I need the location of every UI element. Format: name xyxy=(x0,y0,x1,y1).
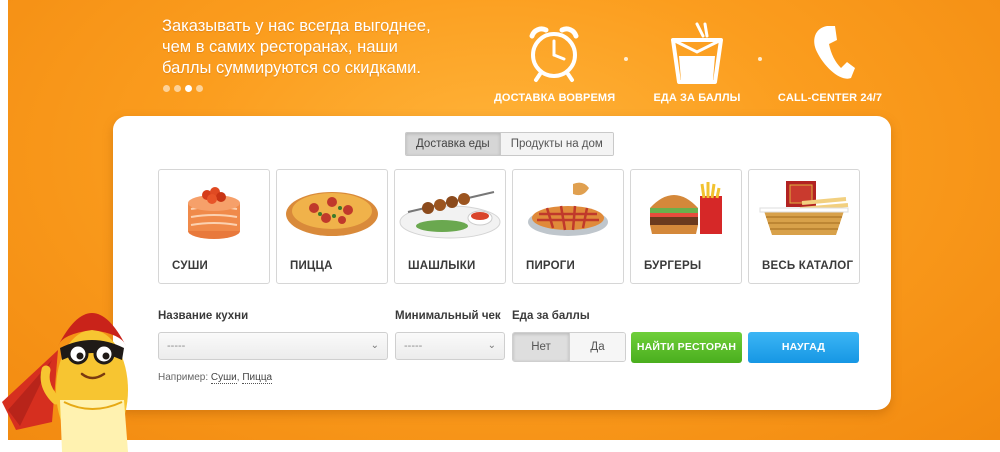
burger-fries-icon xyxy=(631,170,741,250)
category-list: СУШИ ПИЦЦА ШАШЛЫКИ ПИРОГИ БУРГЕРЫ ВЕСЬ К… xyxy=(158,169,860,284)
promo-text: Заказывать у нас всегда выгоднее, чем в … xyxy=(162,16,462,79)
random-button[interactable]: НАУГАД xyxy=(748,332,859,363)
feature-points-label: ЕДА ЗА БАЛЛЫ xyxy=(653,92,741,104)
points-toggle: Нет Да xyxy=(512,332,626,362)
category-catalog-label: ВЕСЬ КАТАЛОГ xyxy=(762,260,854,272)
example-link-sushi[interactable]: Суши xyxy=(210,372,237,384)
slider-dot-1[interactable] xyxy=(163,85,170,92)
points-label: Еда за баллы xyxy=(512,310,590,322)
examples-prefix: Например: xyxy=(158,372,209,383)
search-examples: Например: Суши, Пицца xyxy=(158,372,273,384)
feature-call-center-label: CALL-CENTER 24/7 xyxy=(777,92,883,104)
pie-icon xyxy=(513,170,623,250)
points-yes-option[interactable]: Да xyxy=(569,333,625,361)
promo-line-3: баллы суммируются со скидками. xyxy=(162,59,421,77)
promo-line-2: чем в самих ресторанах, наши xyxy=(162,38,398,56)
slider-dot-2[interactable] xyxy=(174,85,181,92)
category-full-catalog[interactable]: ВЕСЬ КАТАЛОГ xyxy=(748,169,860,284)
category-sushi-label: СУШИ xyxy=(172,260,208,272)
examples-separator: , xyxy=(236,372,240,383)
feature-call-center: CALL-CENTER 24/7 xyxy=(768,20,892,104)
alarm-clock-icon xyxy=(494,20,614,84)
feature-points-food: ЕДА ЗА БАЛЛЫ xyxy=(642,20,752,104)
points-no-option[interactable]: Нет xyxy=(513,333,569,361)
category-sushi[interactable]: СУШИ xyxy=(158,169,270,284)
category-pies-label: ПИРОГИ xyxy=(526,260,575,272)
catalog-basket-icon xyxy=(749,170,859,250)
min-check-select[interactable]: ----- ⌄ xyxy=(395,332,505,360)
cuisine-select-value: ----- xyxy=(167,340,186,352)
slider-dots xyxy=(163,85,203,92)
category-kebab[interactable]: ШАШЛЫКИ xyxy=(394,169,506,284)
min-check-select-value: ----- xyxy=(404,340,423,352)
phone-handset-icon xyxy=(768,20,892,84)
category-pizza[interactable]: ПИЦЦА xyxy=(276,169,388,284)
feature-separator xyxy=(758,57,762,61)
example-link-pizza[interactable]: Пицца xyxy=(242,372,273,384)
find-restaurant-button[interactable]: НАЙТИ РЕСТОРАН xyxy=(631,332,742,363)
category-kebab-label: ШАШЛЫКИ xyxy=(408,260,476,272)
category-burgers[interactable]: БУРГЕРЫ xyxy=(630,169,742,284)
cuisine-select[interactable]: ----- ⌄ xyxy=(158,332,388,360)
search-panel: Доставка еды Продукты на дом СУШИ ПИЦЦА … xyxy=(113,116,891,410)
slider-dot-3[interactable] xyxy=(185,85,192,92)
category-burgers-label: БУРГЕРЫ xyxy=(644,260,702,272)
mascot-illustration xyxy=(0,290,150,452)
takeout-box-icon xyxy=(642,20,752,84)
min-check-label: Минимальный чек xyxy=(395,310,501,322)
sushi-roll-icon xyxy=(159,170,269,250)
cuisine-label: Название кухни xyxy=(158,310,249,322)
chevron-down-icon: ⌄ xyxy=(487,340,496,351)
pizza-icon xyxy=(277,170,387,250)
feature-delivery: ДОСТАВКА ВОВРЕМЯ xyxy=(494,20,616,104)
slider-dot-4[interactable] xyxy=(196,85,203,92)
tab-groceries[interactable]: Продукты на дом xyxy=(499,133,613,155)
promo-line-1: Заказывать у нас всегда выгоднее, xyxy=(162,17,431,35)
category-pizza-label: ПИЦЦА xyxy=(290,260,333,272)
kebab-plate-icon xyxy=(395,170,505,250)
delivery-type-tabs: Доставка еды Продукты на дом xyxy=(405,132,614,156)
feature-separator xyxy=(624,57,628,61)
feature-delivery-label: ДОСТАВКА ВОВРЕМЯ xyxy=(494,92,616,104)
category-pies[interactable]: ПИРОГИ xyxy=(512,169,624,284)
chevron-down-icon: ⌄ xyxy=(370,340,379,351)
tab-food-delivery[interactable]: Доставка еды xyxy=(406,133,500,155)
